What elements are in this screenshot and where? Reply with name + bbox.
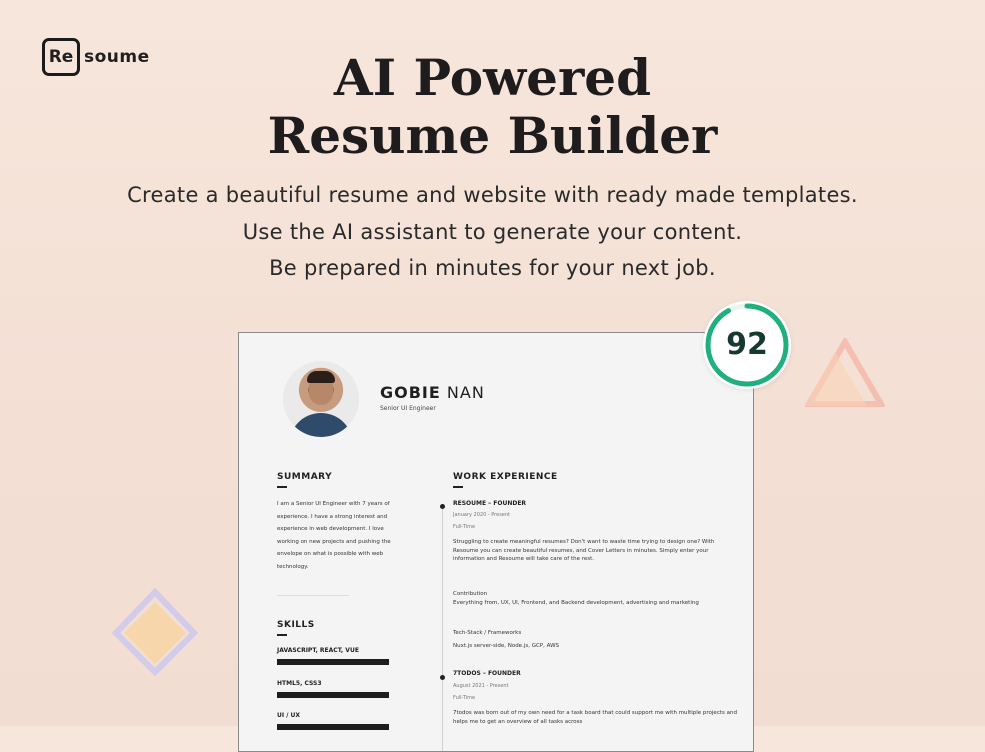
job-description: Struggling to create meaningful resumes?… — [453, 539, 715, 562]
job-title: 7TODOS – FOUNDER — [453, 670, 521, 677]
job-date: January 2020 - Present — [453, 512, 511, 518]
contribution-text: Everything from, UX, UI, Frontend, and B… — [453, 600, 699, 606]
skill-bar-1 — [277, 659, 389, 665]
resume-role: Senior UI Engineer — [380, 405, 436, 412]
skill-bar-2 — [277, 692, 389, 698]
job-title: RESOUME – FOUNDER — [453, 500, 527, 507]
skills-underline — [277, 634, 287, 636]
hero-title-line2: Resume Builder — [267, 106, 718, 165]
skill-bar-3 — [277, 724, 389, 730]
job-description: 7todos was born out of my own need for a… — [453, 710, 737, 725]
resume-preview[interactable]: GOBIE NAN Senior UI Engineer SUMMARY I a… — [238, 332, 754, 752]
job-type: Full-Time — [453, 695, 476, 701]
hero-subtitle-line1: Create a beautiful resume and website wi… — [127, 183, 858, 207]
timeline — [442, 509, 443, 751]
skill-label-3: UI / UX — [277, 712, 300, 719]
skill-label-1: JAVASCRIPT, REACT, VUE — [277, 647, 359, 654]
job-type: Full-Time — [453, 524, 476, 530]
hero-subtitle-line3: Be prepared in minutes for your next job… — [269, 256, 716, 280]
job-date: August 2021 - Present — [453, 683, 509, 689]
first-name: GOBIE — [380, 383, 441, 402]
contribution-label: Contribution — [453, 591, 488, 597]
summary-title: SUMMARY — [277, 472, 333, 482]
timeline-dot — [440, 504, 445, 509]
skills-title: SKILLS — [277, 620, 315, 630]
work-underline — [453, 486, 463, 488]
divider — [277, 595, 349, 596]
resume-name: GOBIE NAN — [380, 383, 485, 402]
diamond-decoration-icon — [111, 588, 199, 677]
summary-underline — [277, 486, 287, 488]
stack-label: Tech-Stack / Frameworks — [453, 630, 522, 636]
summary-text: I am a Senior UI Engineer with 7 years o… — [277, 501, 391, 570]
skill-label-2: HTML5, CSS3 — [277, 680, 322, 687]
resume-score-value: 92 — [726, 327, 768, 362]
resume-score-badge: 92 — [703, 301, 791, 389]
stack-text: Nuxt.js server-side, Node.js, GCP, AWS — [453, 643, 560, 649]
last-name: NAN — [440, 383, 485, 402]
hero-subtitle-line2: Use the AI assistant to generate your co… — [242, 220, 743, 244]
triangle-decoration-icon — [805, 338, 885, 407]
timeline-dot — [440, 675, 445, 680]
avatar — [283, 361, 359, 437]
work-title: WORK EXPERIENCE — [453, 472, 558, 482]
hero-title-line1: AI Powered — [333, 48, 652, 107]
